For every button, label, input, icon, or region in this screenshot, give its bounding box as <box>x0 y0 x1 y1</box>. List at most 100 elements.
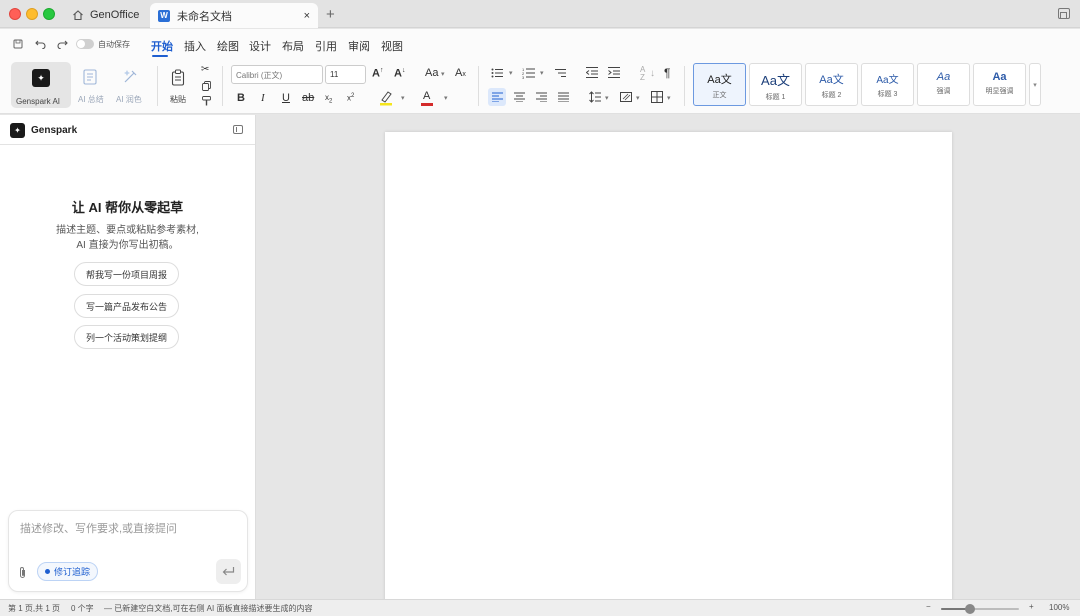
font-family-select[interactable]: Calibri (正文) <box>231 65 323 84</box>
align-center-icon[interactable] <box>514 92 525 102</box>
chevron-down-icon[interactable]: ▾ <box>401 94 405 102</box>
justify-icon[interactable] <box>558 92 569 102</box>
ai-polish-label: AI 润色 <box>116 95 142 104</box>
suggestion-event-outline[interactable]: 列一个活动策划提纲 <box>74 325 180 349</box>
zoom-slider[interactable] <box>941 608 1019 610</box>
ai-summary-icon[interactable] <box>83 69 97 85</box>
tab-references[interactable]: 引用 <box>315 38 337 54</box>
add-tab-button[interactable]: + <box>326 6 335 23</box>
sort-arrow-icon: ↓ <box>650 68 655 79</box>
superscript-button[interactable]: x2 <box>347 93 354 103</box>
style-sample: Aa文 <box>761 73 790 88</box>
bullet-list-icon[interactable] <box>491 68 503 78</box>
style-sample: Aa文 <box>707 74 732 86</box>
cut-icon[interactable]: ✂ <box>201 64 209 75</box>
increase-indent-icon[interactable] <box>608 67 620 78</box>
tab-label: GenOffice <box>90 9 140 21</box>
style-sample: Aa文 <box>876 75 899 86</box>
paste-icon[interactable] <box>171 69 185 86</box>
tab-label: 未命名文档 <box>177 10 232 23</box>
chevron-down-icon[interactable]: ▾ <box>509 69 513 77</box>
zoom-out-button[interactable]: − <box>926 602 931 611</box>
tab-insert[interactable]: 插入 <box>184 38 206 54</box>
style-normal[interactable]: Aa文 正文 <box>693 63 746 106</box>
chevron-down-icon[interactable]: ▾ <box>636 94 640 102</box>
collapse-panel-icon[interactable] <box>233 125 243 134</box>
panel-heading: 让 AI 帮你从零起草 <box>71 200 184 215</box>
subscript-button[interactable]: x2 <box>325 93 332 105</box>
chevron-down-icon[interactable]: ▾ <box>605 94 609 102</box>
close-tab-icon[interactable]: × <box>304 10 310 22</box>
align-right-icon[interactable] <box>536 92 547 102</box>
tab-layout[interactable]: 布局 <box>282 38 304 54</box>
zoom-in-button[interactable]: + <box>1029 602 1034 611</box>
suggestion-weekly-report[interactable]: 帮我写一份项目周报 <box>74 262 180 286</box>
autosave-toggle[interactable] <box>76 39 94 49</box>
copy-icon[interactable] <box>202 81 211 91</box>
style-name: 明显强调 <box>985 88 1014 95</box>
multilevel-list-icon[interactable] <box>555 68 566 78</box>
page-info: 第 1 页,共 1 页 <box>8 604 61 613</box>
divider <box>157 66 158 106</box>
tab-design[interactable]: 设计 <box>249 38 271 54</box>
decrease-indent-icon[interactable] <box>586 67 598 78</box>
sort-icon[interactable]: AZ <box>640 66 645 82</box>
show-formatting-marks-icon[interactable]: ¶ <box>664 66 670 80</box>
tab-draw[interactable]: 绘图 <box>217 38 239 54</box>
style-heading-3[interactable]: Aa文 标题 3 <box>861 63 914 106</box>
tab-document[interactable]: W 未命名文档 × <box>150 3 318 28</box>
tab-home[interactable]: 开始 <box>151 38 173 54</box>
align-left-icon[interactable] <box>492 92 503 102</box>
style-emphasis[interactable]: Aa 强调 <box>917 63 970 106</box>
chevron-down-icon[interactable]: ▾ <box>540 69 544 77</box>
format-painter-icon[interactable] <box>202 96 211 106</box>
change-case-icon[interactable]: Aa <box>425 67 438 79</box>
highlight-icon[interactable] <box>379 90 393 106</box>
redo-icon[interactable] <box>57 39 68 49</box>
italic-button[interactable]: I <box>261 92 265 104</box>
bold-button[interactable]: B <box>237 92 245 104</box>
maximize-window-button[interactable] <box>43 8 55 20</box>
zoom-slider-thumb[interactable] <box>964 604 975 614</box>
minimize-window-button[interactable] <box>26 8 38 20</box>
suggestion-product-announcement[interactable]: 写一篇产品发布公告 <box>74 294 180 318</box>
prompt-input-placeholder: 描述修改、写作要求,或直接提问 <box>20 523 178 535</box>
underline-button[interactable]: U <box>282 92 290 104</box>
autosave-label: 自动保存 <box>98 40 130 49</box>
document-page[interactable] <box>385 132 952 599</box>
styles-more-button[interactable]: ▾ <box>1029 63 1041 106</box>
style-intense-emphasis[interactable]: Aa 明显强调 <box>973 63 1026 106</box>
tab-genoffice[interactable]: GenOffice <box>66 3 146 27</box>
track-changes-toggle[interactable]: 修订追踪 <box>37 562 99 581</box>
font-size-select[interactable]: 11 <box>325 65 366 84</box>
attach-icon[interactable] <box>18 566 27 579</box>
style-heading-1[interactable]: Aa文 标题 1 <box>749 63 802 106</box>
prompt-input-box[interactable]: 描述修改、写作要求,或直接提问 修订追踪 <box>8 510 248 592</box>
genspark-ai-button[interactable]: ✦ Genspark AI <box>11 62 71 108</box>
send-button[interactable] <box>216 559 241 584</box>
genspark-logo-icon: ✦ <box>10 123 25 138</box>
status-bar: 第 1 页,共 1 页 0 个字 — 已新建空白文档,可在右侧 AI 面板直接描… <box>0 599 1080 616</box>
numbered-list-icon[interactable]: 1 2 3 <box>522 67 535 79</box>
clear-formatting-icon[interactable]: Ax <box>455 67 466 79</box>
shrink-font-icon[interactable]: A↓ <box>394 67 405 80</box>
undo-icon[interactable] <box>35 39 46 49</box>
strikethrough-button[interactable]: ab <box>302 92 314 104</box>
tab-view[interactable]: 视图 <box>381 38 403 54</box>
tab-review[interactable]: 审阅 <box>348 38 370 54</box>
borders-icon[interactable] <box>651 91 663 103</box>
line-spacing-icon[interactable] <box>589 91 601 103</box>
grow-font-icon[interactable]: A↑ <box>372 67 383 80</box>
style-heading-2[interactable]: Aa文 标题 2 <box>805 63 858 106</box>
close-window-button[interactable] <box>9 8 21 20</box>
save-icon[interactable] <box>13 39 23 49</box>
panel-description-line1: 描述主题、要点或粘贴参考素材, <box>56 225 199 236</box>
paste-label: 粘贴 <box>170 95 186 104</box>
window-layout-icon[interactable] <box>1058 8 1070 19</box>
chevron-down-icon[interactable]: ▾ <box>667 94 671 102</box>
chevron-down-icon[interactable]: ▾ <box>441 70 445 78</box>
font-color-icon[interactable]: A <box>423 90 430 102</box>
ai-polish-icon[interactable] <box>122 69 138 85</box>
chevron-down-icon[interactable]: ▾ <box>444 94 448 102</box>
shading-icon[interactable] <box>620 92 632 102</box>
